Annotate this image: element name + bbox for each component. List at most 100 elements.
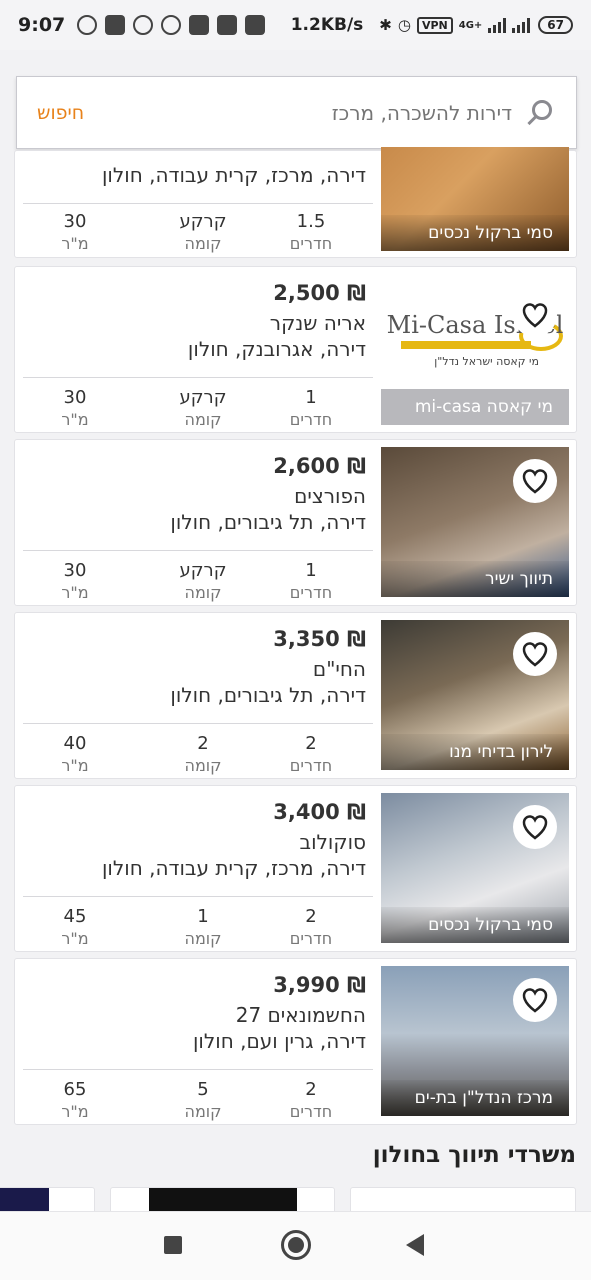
listing-address: דירה, גרין ועם, חולון xyxy=(192,1029,366,1053)
floor-value: קרקע xyxy=(179,211,227,232)
area-value: 30 xyxy=(63,560,87,581)
listing-street: אריה שנקר xyxy=(269,311,366,335)
listing-photo[interactable]: סמי ברקול נכסים xyxy=(381,793,569,943)
listing-photo[interactable]: לירון בדיחי מנו xyxy=(381,620,569,770)
listing-card[interactable]: סמי ברקול נכסים ₪ 3,400 סוקולוב דירה, מר… xyxy=(14,785,577,952)
search-area: חיפוש xyxy=(0,50,591,160)
favorite-button[interactable] xyxy=(513,632,557,676)
listing-photo[interactable]: מרכז הנדל"ן בת-ים xyxy=(381,966,569,1116)
listing-photo[interactable]: Mi-Casa Israel מי קאסה ישראל נדל"ן מי קא… xyxy=(381,281,569,425)
news-notification-icon xyxy=(105,15,126,35)
area-label: מ"ר xyxy=(61,1102,89,1121)
listing-card[interactable]: Mi-Casa Israel מי קאסה ישראל נדל"ן מי קא… xyxy=(14,266,577,433)
floor-label: קומה xyxy=(184,756,222,775)
agency-name: מרכז הנדל"ן בת-ים xyxy=(381,1080,569,1116)
listing-card[interactable]: מרכז הנדל"ן בת-ים ₪ 3,990 החשמונאים 27 ד… xyxy=(14,958,577,1125)
home-button[interactable] xyxy=(281,1230,311,1260)
listing-street: החשמונאים 27 xyxy=(235,1003,366,1027)
listing-address: דירה, תל גיבורים, חולון xyxy=(170,510,366,534)
listing-street: החי"ם xyxy=(312,657,366,681)
search-bar[interactable]: חיפוש xyxy=(16,76,577,149)
heart-icon xyxy=(522,642,548,667)
network-speed: 1.2KB/s xyxy=(290,15,364,35)
heart-icon xyxy=(522,303,548,328)
rooms-label: חדרים xyxy=(289,410,333,429)
whatsapp-notification-icon xyxy=(133,15,154,35)
facebook-notification-icon xyxy=(77,15,98,35)
status-bar: 9:07 1.2KB/s ✱ ◷ VPN 4G+ 67 xyxy=(0,0,591,50)
rooms-label: חדרים xyxy=(289,756,333,775)
app-notification-icon xyxy=(189,15,210,35)
status-time: 9:07 xyxy=(18,14,66,36)
area-value: 45 xyxy=(63,906,87,927)
search-input[interactable] xyxy=(84,100,518,125)
listing-street: סוקולוב xyxy=(299,830,366,854)
rooms-value: 1 xyxy=(305,387,317,408)
section-title: משרדי תיווך בחולון xyxy=(372,1142,576,1168)
floor-value: 1 xyxy=(197,906,209,927)
favorite-button[interactable] xyxy=(513,293,557,337)
agency-carousel[interactable] xyxy=(0,1187,591,1211)
battery-icon: 67 xyxy=(538,16,573,34)
signal-icon-2 xyxy=(512,17,531,33)
listing-address: דירה, מרכז, קרית עבודה, חולון xyxy=(101,856,366,880)
agency-card[interactable] xyxy=(110,1187,335,1211)
floor-label: קומה xyxy=(184,583,222,602)
floor-label: קומה xyxy=(184,1102,222,1121)
agency-card[interactable] xyxy=(350,1187,576,1211)
rooms-label: חדרים xyxy=(289,1102,333,1121)
listing-price: ₪ 3,990 xyxy=(273,973,366,997)
heart-icon xyxy=(522,988,548,1013)
favorite-button[interactable] xyxy=(513,978,557,1022)
agency-name: לירון בדיחי מנו xyxy=(381,734,569,770)
rooms-value: 1.5 xyxy=(296,211,326,232)
area-label: מ"ר xyxy=(61,929,89,948)
search-icon[interactable] xyxy=(518,90,564,136)
search-button[interactable]: חיפוש xyxy=(37,102,84,124)
area-label: מ"ר xyxy=(61,583,89,602)
back-button[interactable] xyxy=(406,1234,424,1256)
area-value: 65 xyxy=(63,1079,87,1100)
floor-label: קומה xyxy=(184,929,222,948)
listing-price: ₪ 2,500 xyxy=(273,281,366,305)
floor-value: 2 xyxy=(197,733,209,754)
agency-name: סמי ברקול נכסים xyxy=(381,215,569,251)
listing-price: ₪ 2,600 xyxy=(273,454,366,478)
listing-photo[interactable]: סמי ברקול נכסים xyxy=(381,147,569,251)
agency-name: מי קאסה mi-casa xyxy=(381,389,569,425)
floor-value: קרקע xyxy=(179,387,227,408)
favorite-button[interactable] xyxy=(513,459,557,503)
heart-icon xyxy=(522,469,548,494)
listing-card[interactable]: סמי ברקול נכסים דירה, מרכז, קרית עבודה, … xyxy=(14,147,577,258)
listing-address: דירה, תל גיבורים, חולון xyxy=(170,683,366,707)
agency-card[interactable] xyxy=(0,1187,95,1211)
listing-photo[interactable]: תיווך ישיר xyxy=(381,447,569,597)
listing-price: ₪ 3,400 xyxy=(273,800,366,824)
heart-icon xyxy=(522,815,548,840)
rooms-value: 1 xyxy=(305,560,317,581)
agency-logo-subtitle: מי קאסה ישראל נדל"ן xyxy=(434,355,539,368)
rooms-label: חדרים xyxy=(289,583,333,602)
floor-value: קרקע xyxy=(179,560,227,581)
floor-label: קומה xyxy=(184,410,222,429)
listing-street: הפורצים xyxy=(294,484,366,508)
listing-price: ₪ 3,350 xyxy=(273,627,366,651)
area-label: מ"ר xyxy=(61,234,89,253)
rooms-value: 2 xyxy=(305,1079,317,1100)
favorite-button[interactable] xyxy=(513,805,557,849)
signal-icon xyxy=(488,17,507,33)
floor-label: קומה xyxy=(184,234,222,253)
alarm-icon: ◷ xyxy=(397,16,411,34)
recent-apps-button[interactable] xyxy=(164,1236,182,1254)
listing-card[interactable]: תיווך ישיר ₪ 2,600 הפורצים דירה, תל גיבו… xyxy=(14,439,577,606)
listing-address: דירה, אגרובנק, חולון xyxy=(187,337,366,361)
listing-card[interactable]: לירון בדיחי מנו ₪ 3,350 החי"ם דירה, תל ג… xyxy=(14,612,577,779)
area-value: 30 xyxy=(63,387,87,408)
agency-name: סמי ברקול נכסים xyxy=(381,907,569,943)
bulb-notification-icon xyxy=(161,15,182,35)
rooms-label: חדרים xyxy=(289,929,333,948)
area-label: מ"ר xyxy=(61,756,89,775)
rooms-value: 2 xyxy=(305,733,317,754)
agency-name: תיווך ישיר xyxy=(381,561,569,597)
bluetooth-icon: ✱ xyxy=(379,16,392,34)
